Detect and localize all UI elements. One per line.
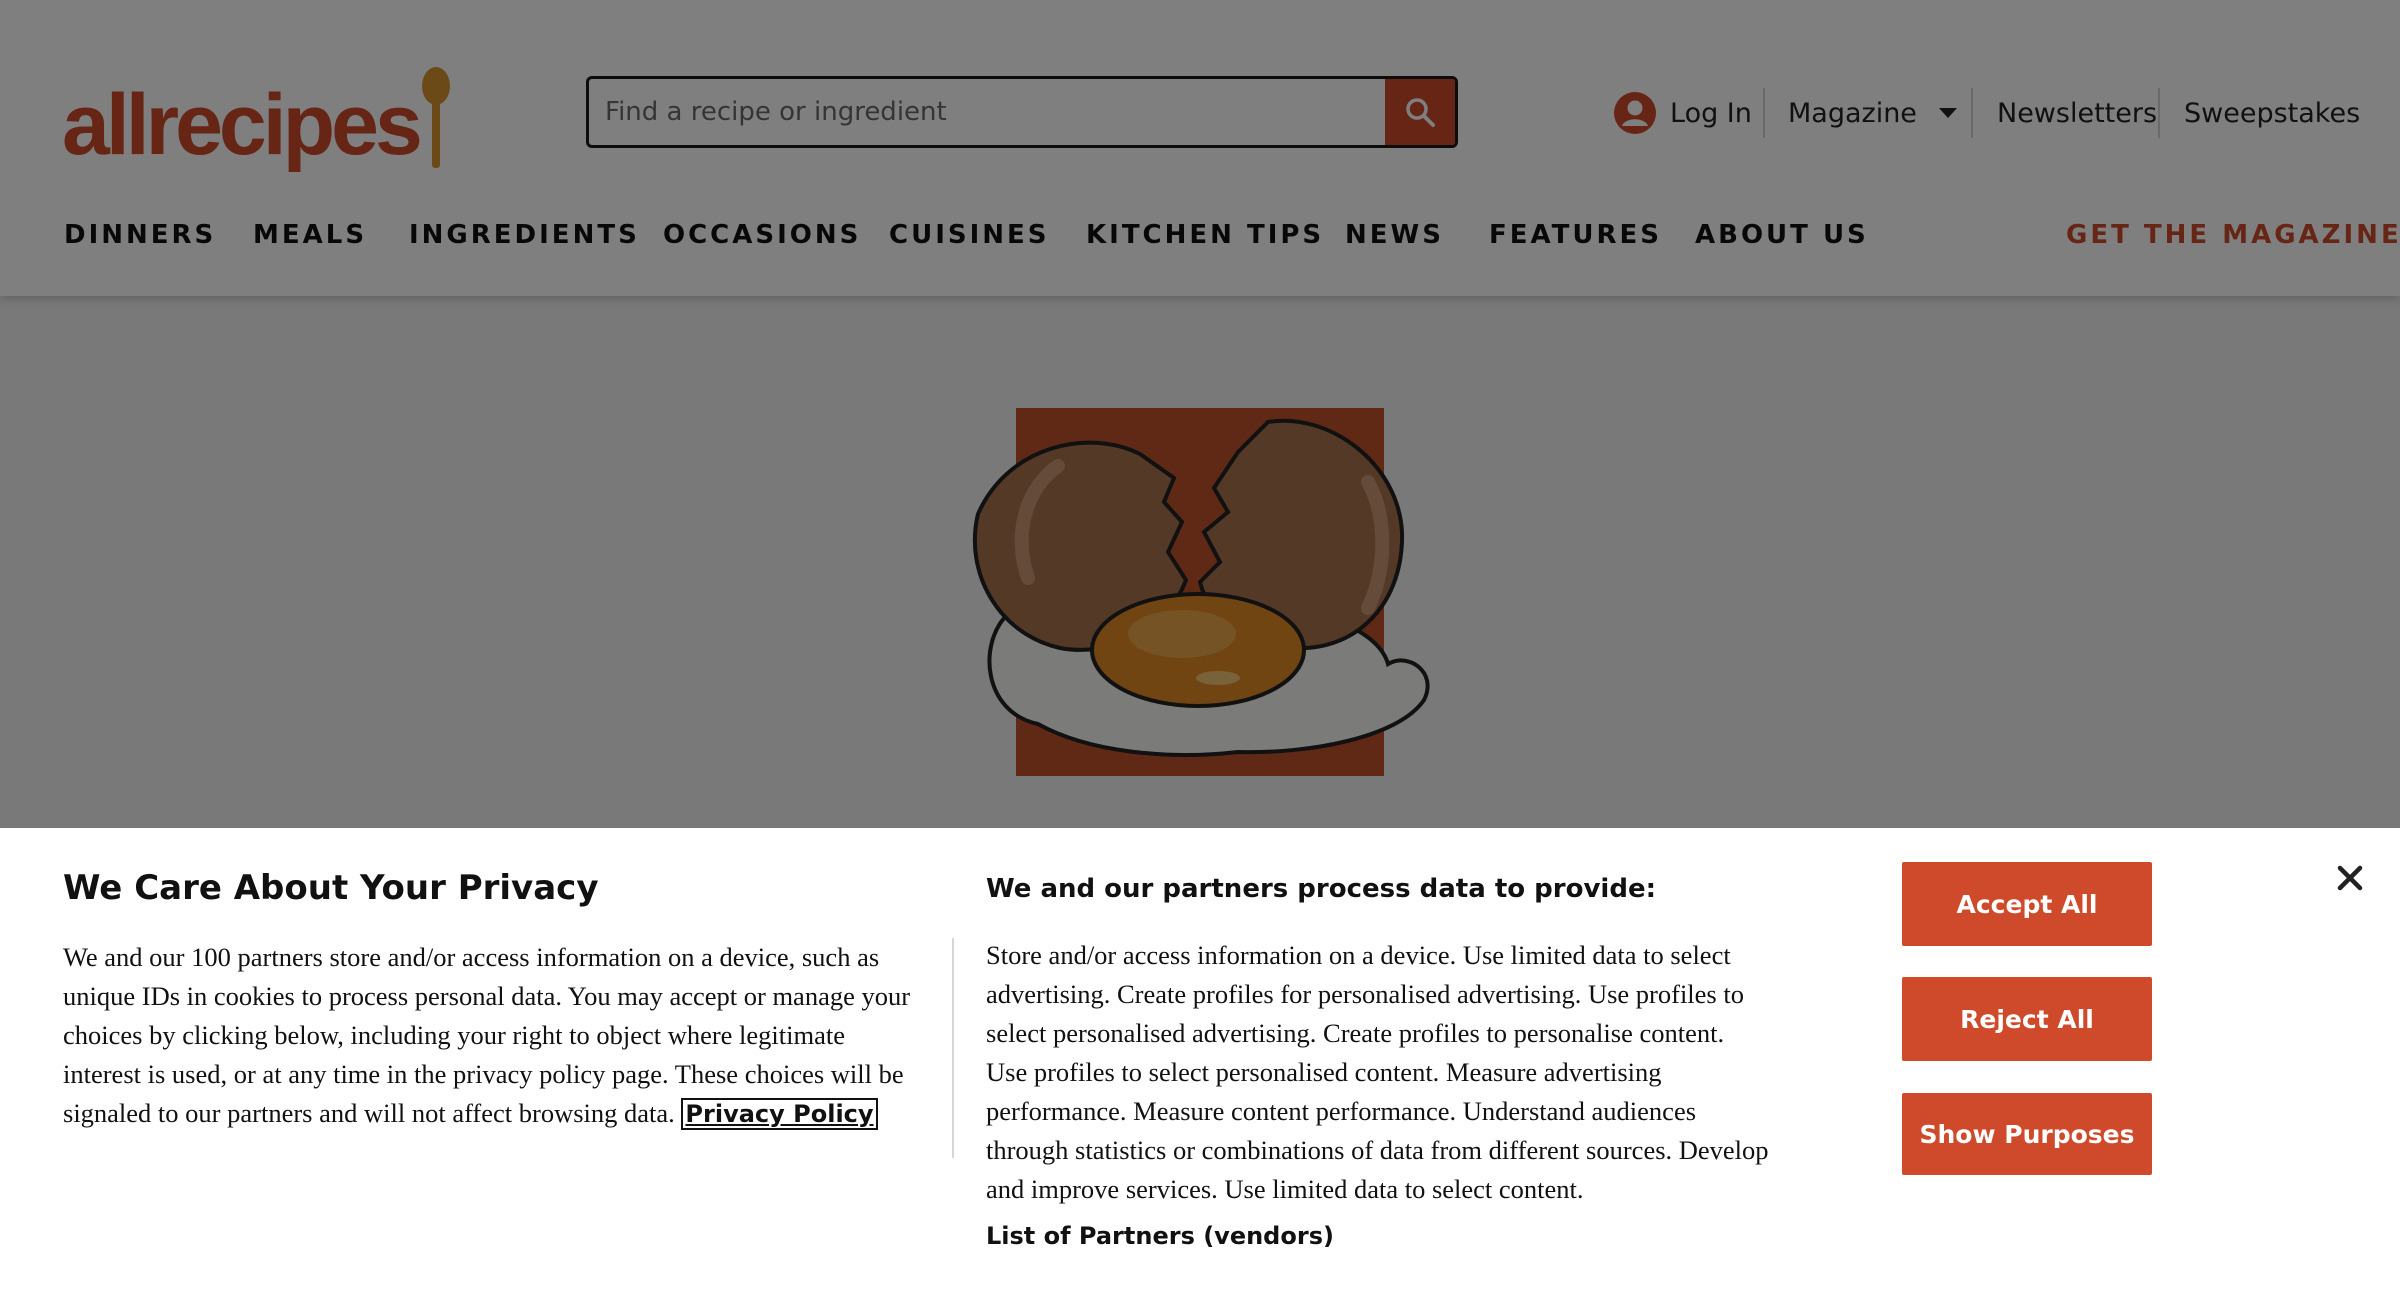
privacy-policy-link[interactable]: Privacy Policy bbox=[681, 1098, 878, 1130]
accept-all-button[interactable]: Accept All bbox=[1902, 862, 2152, 946]
purposes-heading: We and our partners process data to prov… bbox=[986, 874, 1656, 904]
purposes-text: Store and/or access information on a dev… bbox=[986, 940, 1769, 1204]
reject-all-button[interactable]: Reject All bbox=[1902, 977, 2152, 1061]
show-purposes-button[interactable]: Show Purposes bbox=[1902, 1093, 2152, 1175]
privacy-title: We Care About Your Privacy bbox=[63, 868, 599, 908]
banner-divider bbox=[952, 938, 954, 1158]
privacy-body: We and our 100 partners store and/or acc… bbox=[63, 938, 929, 1134]
vendors-link[interactable]: List of Partners (vendors) bbox=[986, 1222, 1334, 1250]
close-icon bbox=[2337, 865, 2363, 891]
close-banner-button[interactable] bbox=[2332, 860, 2368, 896]
